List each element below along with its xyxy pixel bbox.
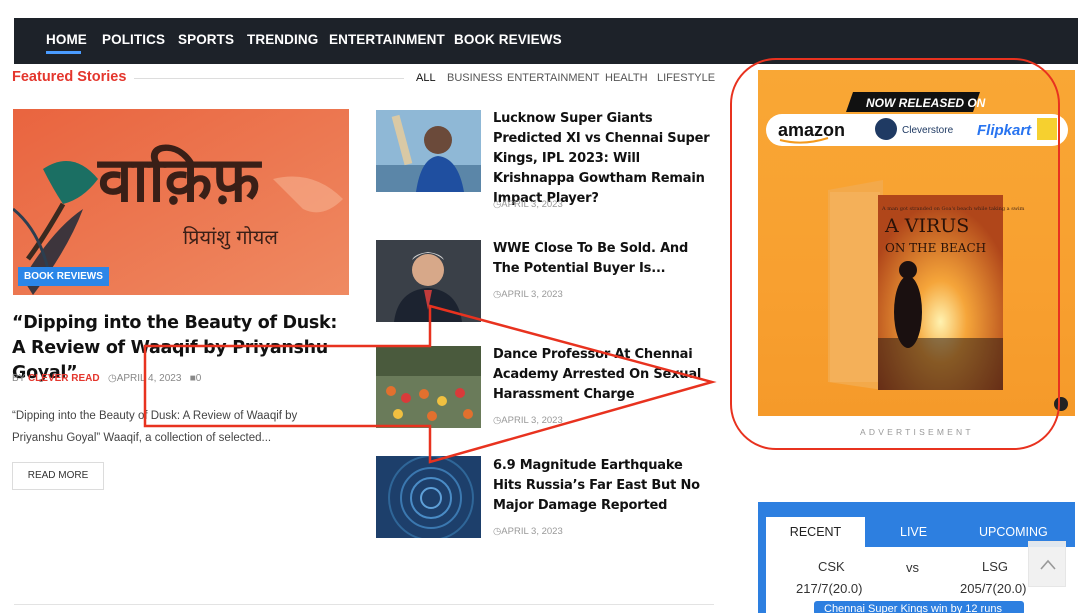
nav-entertainment[interactable]: ENTERTAINMENT: [329, 32, 445, 47]
book-title-line2: ON THE BEACH: [885, 241, 986, 255]
amazon-logo: amazon: [778, 120, 845, 140]
filter-business[interactable]: BUSINESS: [447, 72, 503, 84]
businessman-image: [376, 240, 481, 322]
crowd-image: [376, 346, 481, 428]
comment-count[interactable]: 0: [196, 373, 202, 384]
story-date-3: ◷APRIL 3, 2023: [493, 415, 563, 426]
story-thumbnail-cricket[interactable]: [376, 110, 481, 192]
seismic-image: [376, 456, 481, 538]
filter-health[interactable]: HEALTH: [605, 72, 648, 84]
chevron-up-icon: [1040, 559, 1056, 570]
article-date: APRIL 4, 2023: [116, 373, 182, 384]
ad-banner-text: NOW RELEASED ON: [866, 96, 986, 110]
book-title-line1: A VIRUS: [884, 215, 969, 237]
article-excerpt: “Dipping into the Beauty of Dusk: A Revi…: [12, 410, 298, 444]
story-date-1: ◷APRIL 3, 2023: [493, 199, 563, 210]
tab-recent[interactable]: RECENT: [766, 517, 865, 547]
story-title-2[interactable]: WWE Close To Be Sold. And The Potential …: [493, 239, 713, 279]
filter-lifestyle[interactable]: LIFESTYLE: [657, 72, 715, 84]
story-title-3[interactable]: Dance Professor At Chennai Academy Arres…: [493, 345, 713, 405]
story-date-2: ◷APRIL 3, 2023: [493, 289, 563, 300]
match-result: Chennai Super Kings win by 12 runs: [814, 601, 1024, 613]
top-navigation: HOME POLITICS SPORTS TRENDING ENTERTAINM…: [14, 18, 1078, 64]
nav-trending[interactable]: TRENDING: [247, 32, 318, 47]
clock-icon: ◷: [107, 373, 117, 384]
nav-sports[interactable]: SPORTS: [178, 32, 234, 47]
nav-active-indicator: [46, 51, 81, 54]
ad-choice-icon: [1054, 397, 1068, 411]
nav-book-reviews[interactable]: BOOK REVIEWS: [454, 32, 562, 47]
team1-name: CSK: [818, 559, 845, 574]
cover-author-text: प्रियांशु गोयल: [183, 225, 278, 250]
book-ad-illustration: NOW RELEASED ON amazon Cleverstore Flipk…: [766, 92, 1068, 411]
nav-home[interactable]: HOME: [46, 32, 87, 47]
tab-live[interactable]: LIVE: [900, 517, 927, 547]
team2-name: LSG: [982, 559, 1009, 574]
filter-entertainment[interactable]: ENTERTAINMENT: [507, 72, 600, 84]
story-title-1[interactable]: Lucknow Super Giants Predicted XI vs Che…: [493, 109, 713, 209]
cover-title-text: वाक़िफ़: [97, 143, 262, 216]
book-tagline: A man got stranded on Goa's beach while …: [881, 206, 1025, 212]
filter-all[interactable]: ALL: [416, 72, 436, 84]
story-thumbnail-dance[interactable]: [376, 346, 481, 428]
versus-label: vs: [906, 560, 919, 575]
read-more-button[interactable]: READ MORE: [12, 462, 104, 490]
cricketer-image: [376, 110, 481, 192]
advertisement-label: ADVERTISEMENT: [860, 427, 974, 437]
author-link[interactable]: CLEVER READ: [28, 373, 100, 384]
section-bottom-divider: [14, 604, 714, 605]
team1-score: 217/7(20.0): [796, 581, 863, 596]
story-title-4[interactable]: 6.9 Magnitude Earthquake Hits Russia’s F…: [493, 456, 713, 516]
story-date-4: ◷APRIL 3, 2023: [493, 526, 563, 537]
cleverstore-logo-icon: [875, 118, 897, 140]
story-thumbnail-earthquake[interactable]: [376, 456, 481, 538]
team2-score: 205/7(20.0): [960, 581, 1027, 596]
flipkart-logo: Flipkart: [977, 122, 1032, 139]
nav-politics[interactable]: POLITICS: [102, 32, 165, 47]
section-title: Featured Stories: [12, 69, 127, 85]
article-meta: BY CLEVER READ ◷APRIL 4, 2023 ■0: [12, 373, 201, 384]
meta-by: BY: [12, 373, 26, 384]
section-divider: [134, 78, 404, 79]
scroll-to-top-button[interactable]: [1028, 541, 1066, 587]
cleverstore-logo: Cleverstore: [902, 125, 954, 136]
advertisement-banner[interactable]: NOW RELEASED ON amazon Cleverstore Flipk…: [758, 70, 1075, 416]
category-tag[interactable]: BOOK REVIEWS: [18, 267, 109, 286]
story-thumbnail-wwe[interactable]: [376, 240, 481, 322]
